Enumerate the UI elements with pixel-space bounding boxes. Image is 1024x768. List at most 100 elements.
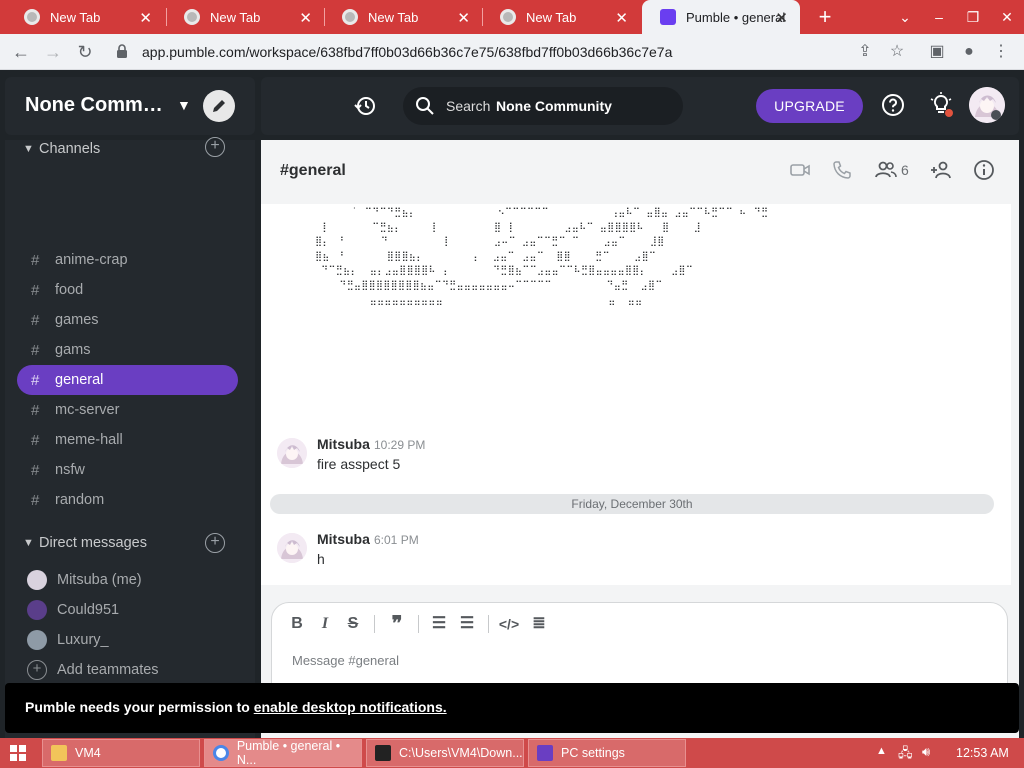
code-icon[interactable]: </>: [498, 613, 520, 635]
channel-meme-hall[interactable]: # meme-hall: [17, 425, 238, 455]
strikethrough-icon[interactable]: S: [342, 613, 364, 635]
channel-title[interactable]: #general: [280, 162, 346, 180]
profile-icon[interactable]: ●: [956, 39, 982, 65]
channel-anime-crap[interactable]: # anime-crap: [17, 245, 238, 275]
channel-random[interactable]: # random: [17, 485, 238, 515]
workspace-name[interactable]: None Community: [25, 94, 165, 117]
share-icon[interactable]: ⇪: [852, 39, 878, 65]
channel-label: meme-hall: [55, 432, 123, 448]
upgrade-button[interactable]: UPGRADE: [756, 89, 863, 123]
notification-banner: Pumble needs your permission to enable d…: [5, 683, 1019, 733]
address-bar[interactable]: app.pumble.com/workspace/638fbd7ff0b03d6…: [106, 37, 920, 67]
code-block-icon[interactable]: ≣: [528, 613, 550, 635]
phone-icon[interactable]: [831, 159, 853, 181]
close-icon[interactable]: ✕: [139, 9, 152, 27]
taskbar-label: C:\Users\VM4\Down...: [399, 746, 523, 760]
bullet-list-icon[interactable]: ☰: [456, 613, 478, 635]
channel-label: random: [55, 492, 105, 508]
add-member-icon[interactable]: [930, 159, 952, 181]
windows-start-icon[interactable]: [10, 745, 26, 761]
bookmark-star-icon[interactable]: ☆: [884, 39, 910, 65]
video-call-icon[interactable]: [789, 159, 811, 181]
reload-icon[interactable]: ↻: [72, 39, 98, 65]
dm-item[interactable]: Could951: [27, 598, 119, 622]
channel-food[interactable]: # food: [17, 275, 238, 305]
quote-icon[interactable]: ❞: [386, 613, 408, 635]
ascii-line: ⠙⠉⣛⣦⡄ ⣤⡄⣠⣤⣿⣿⣿⣿⠧⠀⡄ ⠙⣛⣿⣦⠉⠉⣠⣤⣤⠉⠉⠧⣛⣿⣤⣤⣤⣤⣿⣿⡄ …: [309, 265, 694, 277]
restore-icon[interactable]: ❐: [956, 0, 990, 34]
channel-nsfw[interactable]: # nsfw: [17, 455, 238, 485]
channel-general[interactable]: # general: [17, 365, 238, 395]
taskbar-item-settings[interactable]: PC settings: [528, 739, 686, 767]
avatar[interactable]: [277, 438, 307, 468]
member-count[interactable]: 6: [901, 162, 909, 178]
menu-kebab-icon[interactable]: ⋮: [988, 39, 1014, 65]
close-icon[interactable]: ✕: [299, 9, 312, 27]
close-icon[interactable]: ✕: [775, 9, 788, 27]
dm-section-toggle[interactable]: ▼ Direct messages: [23, 531, 147, 555]
compose-button[interactable]: [203, 90, 235, 122]
avatar: [27, 570, 47, 590]
italic-icon[interactable]: I: [314, 613, 336, 635]
channels-section-toggle[interactable]: ▼ Channels: [23, 137, 100, 161]
dm-item[interactable]: Mitsuba (me): [27, 568, 142, 592]
tray-expand-icon[interactable]: ▲: [876, 745, 887, 757]
numbered-list-icon[interactable]: ☰: [428, 613, 450, 635]
lock-icon[interactable]: [116, 44, 128, 58]
lightbulb-icon[interactable]: [927, 91, 955, 119]
message: Mitsuba 10:29 PM fire asspect 5: [277, 436, 977, 486]
minimize-icon[interactable]: –: [922, 0, 956, 34]
side-panel-icon[interactable]: ▣: [924, 39, 950, 65]
ascii-line: ⣿⡄⠀⠘ ⠙ ⠀⡇ ⣠⠤⠉ ⣠⣤⠉⠉⣛⠉ ⠉ ⣠⣤⠉ ⣸⣿: [309, 236, 665, 248]
window-close-icon[interactable]: ✕: [990, 0, 1024, 34]
bold-icon[interactable]: B: [286, 613, 308, 635]
chevron-down-icon[interactable]: ▼: [177, 97, 191, 113]
members-icon[interactable]: [875, 159, 897, 181]
close-icon[interactable]: ✕: [615, 9, 628, 27]
folder-icon: [51, 745, 67, 761]
forward-icon[interactable]: →: [40, 39, 66, 65]
enable-notifications-link[interactable]: enable desktop notifications.: [254, 699, 447, 715]
add-teammates-button[interactable]: + Add teammates: [27, 658, 159, 682]
channel-gams[interactable]: # gams: [17, 335, 238, 365]
message-author[interactable]: Mitsuba: [317, 436, 370, 452]
taskbar-label: Pumble • general • N...: [236, 739, 341, 767]
add-channel-icon[interactable]: +: [205, 137, 225, 157]
new-tab-button[interactable]: +: [812, 4, 838, 30]
message-author[interactable]: Mitsuba: [317, 531, 370, 547]
channel-mc-server[interactable]: # mc-server: [17, 395, 238, 425]
ascii-line: ⣤⣤⣤⣤⣤⣤⣤⣤⣤⣤ ⠀ ⣤ ⣤⣤⠀: [309, 294, 650, 306]
user-avatar[interactable]: [969, 87, 1005, 123]
browser-tab-active[interactable]: Pumble • general ✕: [642, 0, 800, 34]
back-icon[interactable]: ←: [8, 39, 34, 65]
browser-tab[interactable]: New Tab ✕: [6, 0, 164, 34]
dm-item[interactable]: Luxury_: [27, 628, 109, 652]
taskbar-item-chrome[interactable]: Pumble • general • N...: [204, 739, 362, 767]
history-icon[interactable]: [353, 94, 377, 118]
taskbar-item-explorer[interactable]: VM4: [42, 739, 200, 767]
search-input[interactable]: Search None Community: [403, 87, 683, 125]
taskbar-item-7zip[interactable]: C:\Users\VM4\Down...: [366, 739, 524, 767]
browser-tab[interactable]: New Tab ✕: [324, 0, 482, 34]
volume-icon[interactable]: 🔊︎: [922, 744, 930, 760]
browser-tab[interactable]: New Tab ✕: [482, 0, 640, 34]
tab-search-icon[interactable]: ⌄: [888, 0, 922, 34]
network-icon[interactable]: 🖧︎: [898, 744, 913, 766]
close-icon[interactable]: ✕: [457, 9, 470, 27]
channel-label: general: [55, 372, 104, 388]
message-time: 6:01 PM: [374, 533, 419, 547]
pencil-icon: [213, 100, 225, 112]
ascii-line: ⣿⣦⠀⠘ ⣿⣿⣿⣦⡄ ⠀⡄ ⣠⣤⠉⠀⣠⣤⠉ ⣿⣿ ⣛⠉ ⣠⣿⠉: [309, 250, 657, 262]
channel-games[interactable]: # games: [17, 305, 238, 335]
avatar[interactable]: [277, 533, 307, 563]
info-icon[interactable]: [973, 159, 995, 181]
clock[interactable]: 12:53 AM: [956, 746, 1009, 760]
chevron-down-icon: ▼: [23, 537, 34, 549]
app-top-bar: Search None Community UPGRADE: [261, 77, 1019, 135]
add-dm-icon[interactable]: +: [205, 533, 225, 553]
browser-tab[interactable]: New Tab ✕: [166, 0, 324, 34]
message-input[interactable]: [292, 649, 982, 671]
dm-label: Mitsuba (me): [57, 572, 142, 588]
help-icon[interactable]: [881, 93, 905, 117]
message-time: 10:29 PM: [374, 438, 426, 452]
